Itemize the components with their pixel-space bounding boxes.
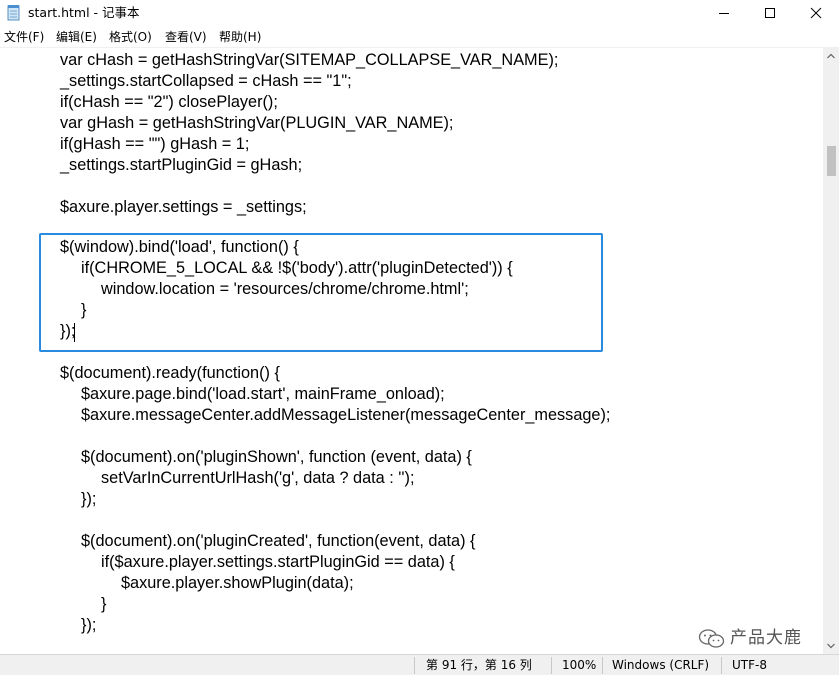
code-line: } — [101, 595, 107, 613]
code-line: $axure.player.showPlugin(data); — [121, 574, 354, 592]
encoding: UTF-8 — [732, 658, 767, 672]
status-divider — [414, 657, 415, 674]
status-bar: 第 91 行，第 16 列 100% Windows (CRLF) UTF-8 — [0, 654, 839, 675]
close-icon — [810, 7, 822, 19]
code-line: }); — [81, 616, 97, 634]
code-line: var cHash = getHashStringVar(SITEMAP_COL… — [60, 51, 559, 69]
cursor-position: 第 91 行，第 16 列 — [426, 658, 532, 672]
status-divider — [551, 657, 552, 674]
title-bar: start.html - 记事本 — [0, 0, 839, 26]
text-editor[interactable]: var cHash = getHashStringVar(SITEMAP_COL… — [0, 48, 823, 654]
code-line: $axure.page.bind('load.start', mainFrame… — [81, 385, 445, 403]
code-line: $(document).on('pluginShown', function (… — [81, 448, 472, 466]
code-line: var gHash = getHashStringVar(PLUGIN_VAR_… — [60, 114, 454, 132]
menu-file[interactable]: 文件(F) — [4, 29, 44, 45]
code-line: setVarInCurrentUrlHash('g', data ? data … — [101, 469, 415, 487]
arrow-down-icon — [827, 643, 835, 649]
code-line: }); — [81, 490, 97, 508]
notepad-icon — [7, 5, 20, 21]
menu-view[interactable]: 查看(V) — [165, 29, 207, 45]
scroll-thumb[interactable] — [827, 146, 836, 176]
code-line: if($axure.player.settings.startPluginGid… — [101, 553, 455, 571]
text-caret — [74, 323, 75, 342]
status-divider — [602, 657, 603, 674]
menu-bar: 文件(F) 编辑(E) 格式(O) 查看(V) 帮助(H) — [0, 27, 839, 47]
close-button[interactable] — [793, 0, 839, 26]
minimize-button[interactable] — [701, 0, 747, 26]
code-line: _settings.startPluginGid = gHash; — [60, 156, 303, 174]
vertical-scrollbar[interactable] — [823, 48, 839, 654]
arrow-up-icon — [827, 53, 835, 59]
status-divider — [721, 657, 722, 674]
code-line: _settings.startCollapsed = cHash == "1"; — [60, 72, 352, 90]
line-ending: Windows (CRLF) — [612, 658, 710, 672]
scroll-down-button[interactable] — [823, 638, 839, 654]
zoom-level: 100% — [562, 658, 597, 672]
menu-edit[interactable]: 编辑(E) — [56, 29, 97, 45]
wechat-icon — [698, 629, 725, 648]
code-line: if(cHash == "2") closePlayer(); — [60, 93, 278, 111]
code-line: if(gHash == "") gHash = 1; — [60, 135, 250, 153]
code-line: $axure.player.settings = _settings; — [60, 198, 307, 216]
highlight-box — [39, 233, 603, 352]
code-line: $(document).ready(function() { — [60, 364, 280, 382]
menu-help[interactable]: 帮助(H) — [219, 29, 261, 45]
code-line: $(document).on('pluginCreated', function… — [81, 532, 476, 550]
maximize-button[interactable] — [747, 0, 793, 26]
code-line: $axure.messageCenter.addMessageListener(… — [81, 406, 611, 424]
menu-format[interactable]: 格式(O) — [109, 29, 152, 45]
scroll-up-button[interactable] — [823, 48, 839, 64]
maximize-icon — [765, 8, 775, 18]
minimize-icon — [719, 13, 729, 14]
watermark-text: 产品大鹿 — [730, 628, 802, 648]
window-title: start.html - 记事本 — [28, 5, 140, 20]
